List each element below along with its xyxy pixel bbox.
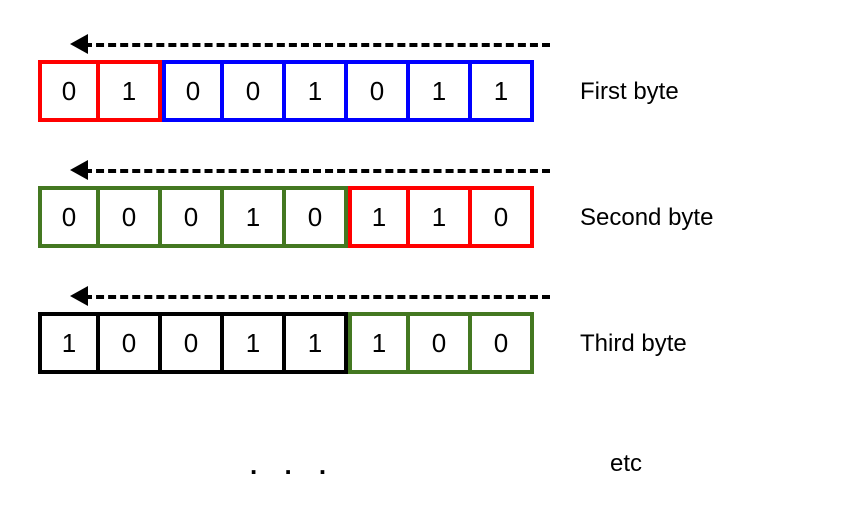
bit-cell: 0 bbox=[38, 186, 100, 248]
read-direction-arrow-2 bbox=[70, 160, 550, 180]
byte-label-first: First byte bbox=[580, 78, 679, 106]
bit-cell: 0 bbox=[38, 60, 100, 122]
bit-cell: 0 bbox=[162, 312, 224, 374]
etc-label: etc bbox=[610, 450, 642, 478]
byte-row-third: 1 0 0 1 1 1 0 0 bbox=[38, 312, 534, 374]
read-direction-arrow-1 bbox=[70, 34, 550, 54]
arrow-shaft bbox=[84, 295, 550, 299]
bit-cell: 1 bbox=[224, 186, 286, 248]
bit-cell: 0 bbox=[286, 186, 348, 248]
bit-cell: 0 bbox=[472, 186, 534, 248]
byte-label-third: Third byte bbox=[580, 330, 687, 358]
arrow-shaft bbox=[84, 169, 550, 173]
bit-cell: 0 bbox=[100, 312, 162, 374]
bit-cell: 1 bbox=[472, 60, 534, 122]
bit-cell: 1 bbox=[410, 60, 472, 122]
byte-label-second: Second byte bbox=[580, 204, 713, 232]
bit-cell: 1 bbox=[348, 312, 410, 374]
ellipsis: . . . bbox=[250, 450, 336, 481]
bit-cell: 0 bbox=[472, 312, 534, 374]
bit-cell: 1 bbox=[348, 186, 410, 248]
bit-cell: 1 bbox=[224, 312, 286, 374]
bit-cell: 0 bbox=[162, 60, 224, 122]
bit-cell: 0 bbox=[224, 60, 286, 122]
arrow-shaft bbox=[84, 43, 550, 47]
bit-cell: 0 bbox=[162, 186, 224, 248]
bit-cell: 1 bbox=[38, 312, 100, 374]
byte-row-first: 0 1 0 0 1 0 1 1 bbox=[38, 60, 534, 122]
bit-cell: 1 bbox=[286, 312, 348, 374]
read-direction-arrow-3 bbox=[70, 286, 550, 306]
bit-cell: 0 bbox=[100, 186, 162, 248]
bit-cell: 1 bbox=[100, 60, 162, 122]
byte-row-second: 0 0 0 1 0 1 1 0 bbox=[38, 186, 534, 248]
bit-cell: 1 bbox=[410, 186, 472, 248]
bit-cell: 0 bbox=[348, 60, 410, 122]
byte-diagram: 0 1 0 0 1 0 1 1 First byte 0 0 0 1 0 1 1… bbox=[0, 0, 850, 522]
bit-cell: 1 bbox=[286, 60, 348, 122]
bit-cell: 0 bbox=[410, 312, 472, 374]
